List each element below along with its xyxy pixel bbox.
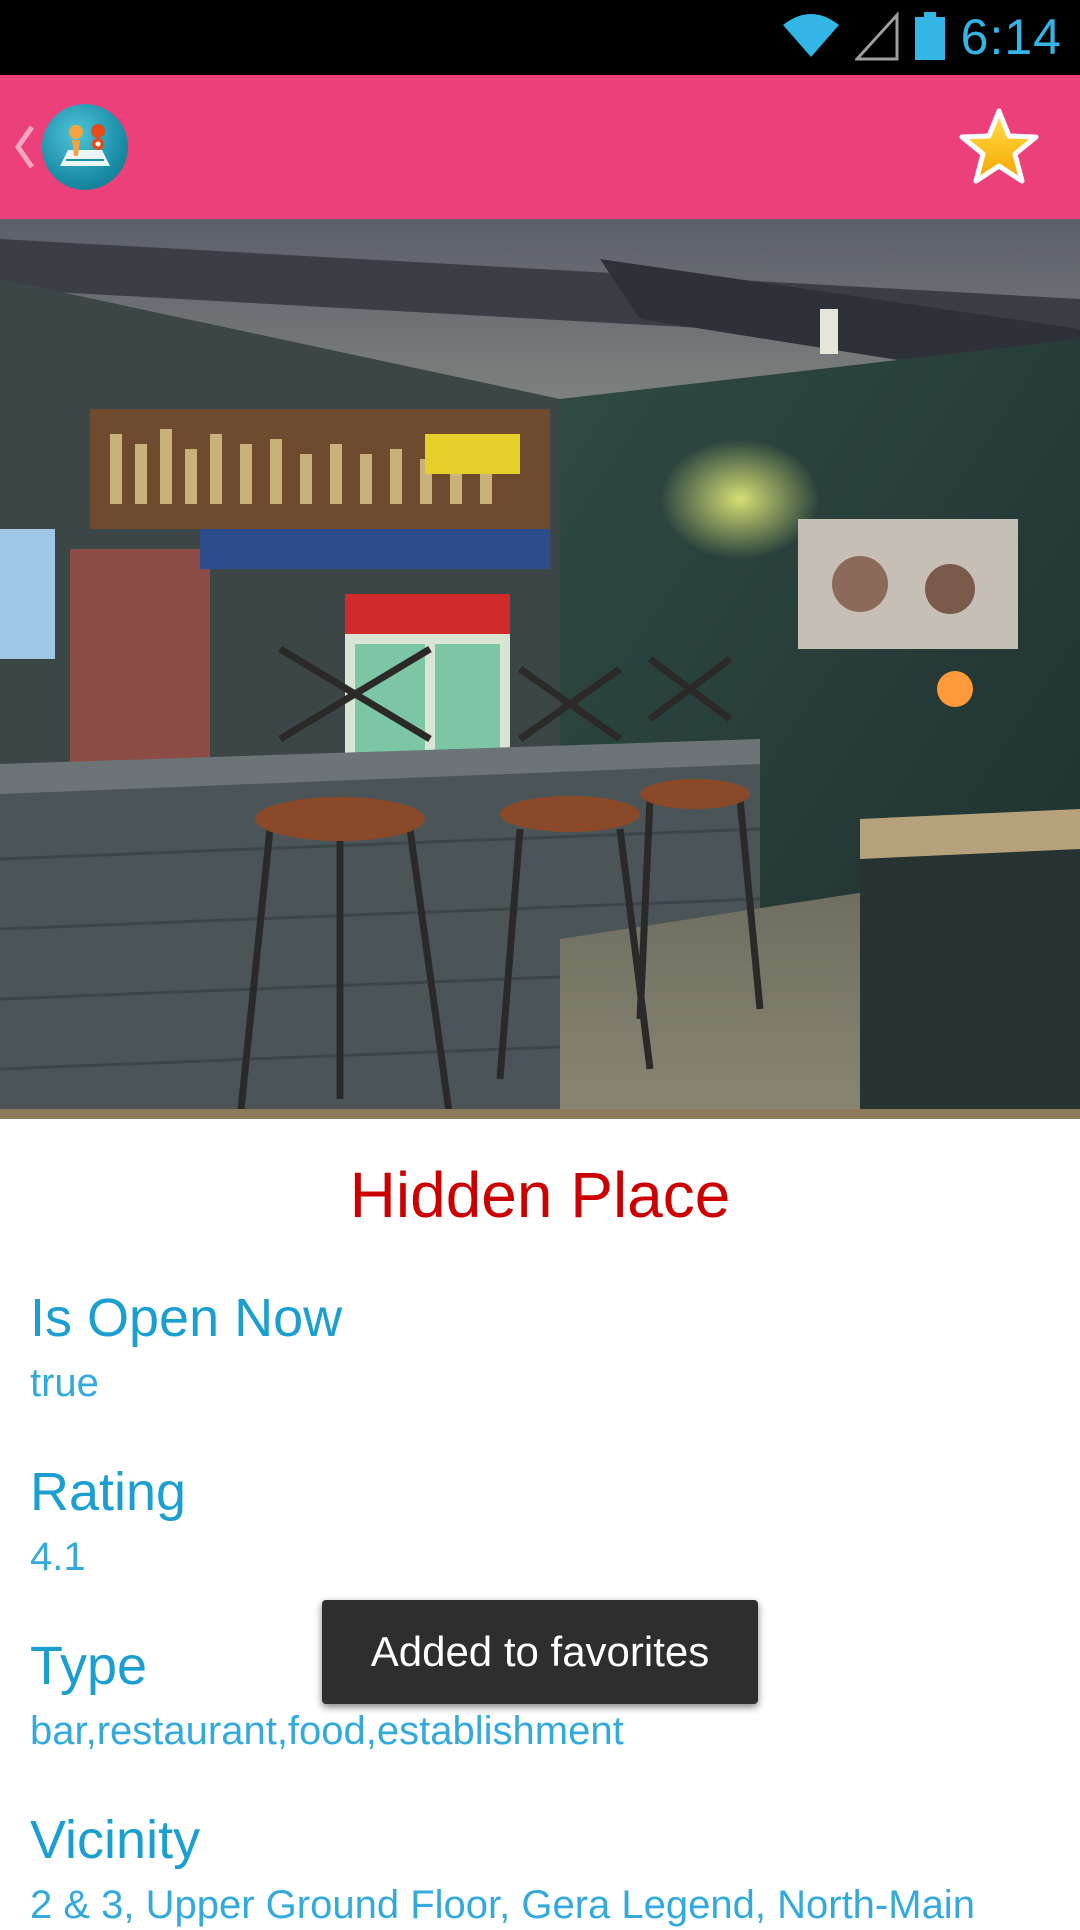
type-value: bar,restaurant,food,establishment	[30, 1709, 624, 1753]
chevron-left-icon[interactable]	[12, 125, 36, 169]
wifi-icon	[781, 11, 841, 65]
place-title: Hidden Place	[349, 1159, 731, 1231]
status-icons: 6:14	[781, 0, 1062, 75]
vicinity-label: Vicinity	[30, 1810, 201, 1870]
vicinity-value: 2 & 3, Upper Ground Floor, Gera Legend, …	[30, 1883, 975, 1927]
toast-message: Added to favorites	[322, 1600, 758, 1704]
map-pin-app-icon[interactable]	[42, 104, 128, 190]
status-time: 6:14	[960, 9, 1062, 65]
battery-icon	[913, 11, 947, 65]
place-photo	[0, 219, 1080, 1119]
rating-label: Rating	[30, 1462, 187, 1522]
open-now-label: Is Open Now	[30, 1288, 343, 1348]
rating-value: 4.1	[30, 1535, 86, 1579]
action-bar	[0, 75, 1080, 219]
open-now-value: true	[30, 1361, 99, 1405]
favorite-star-icon[interactable]	[958, 107, 1040, 187]
type-label: Type	[30, 1636, 148, 1696]
status-bar: 6:14	[0, 0, 1080, 75]
toast-text: Added to favorites	[370, 1628, 710, 1675]
cell-signal-icon	[853, 10, 899, 65]
